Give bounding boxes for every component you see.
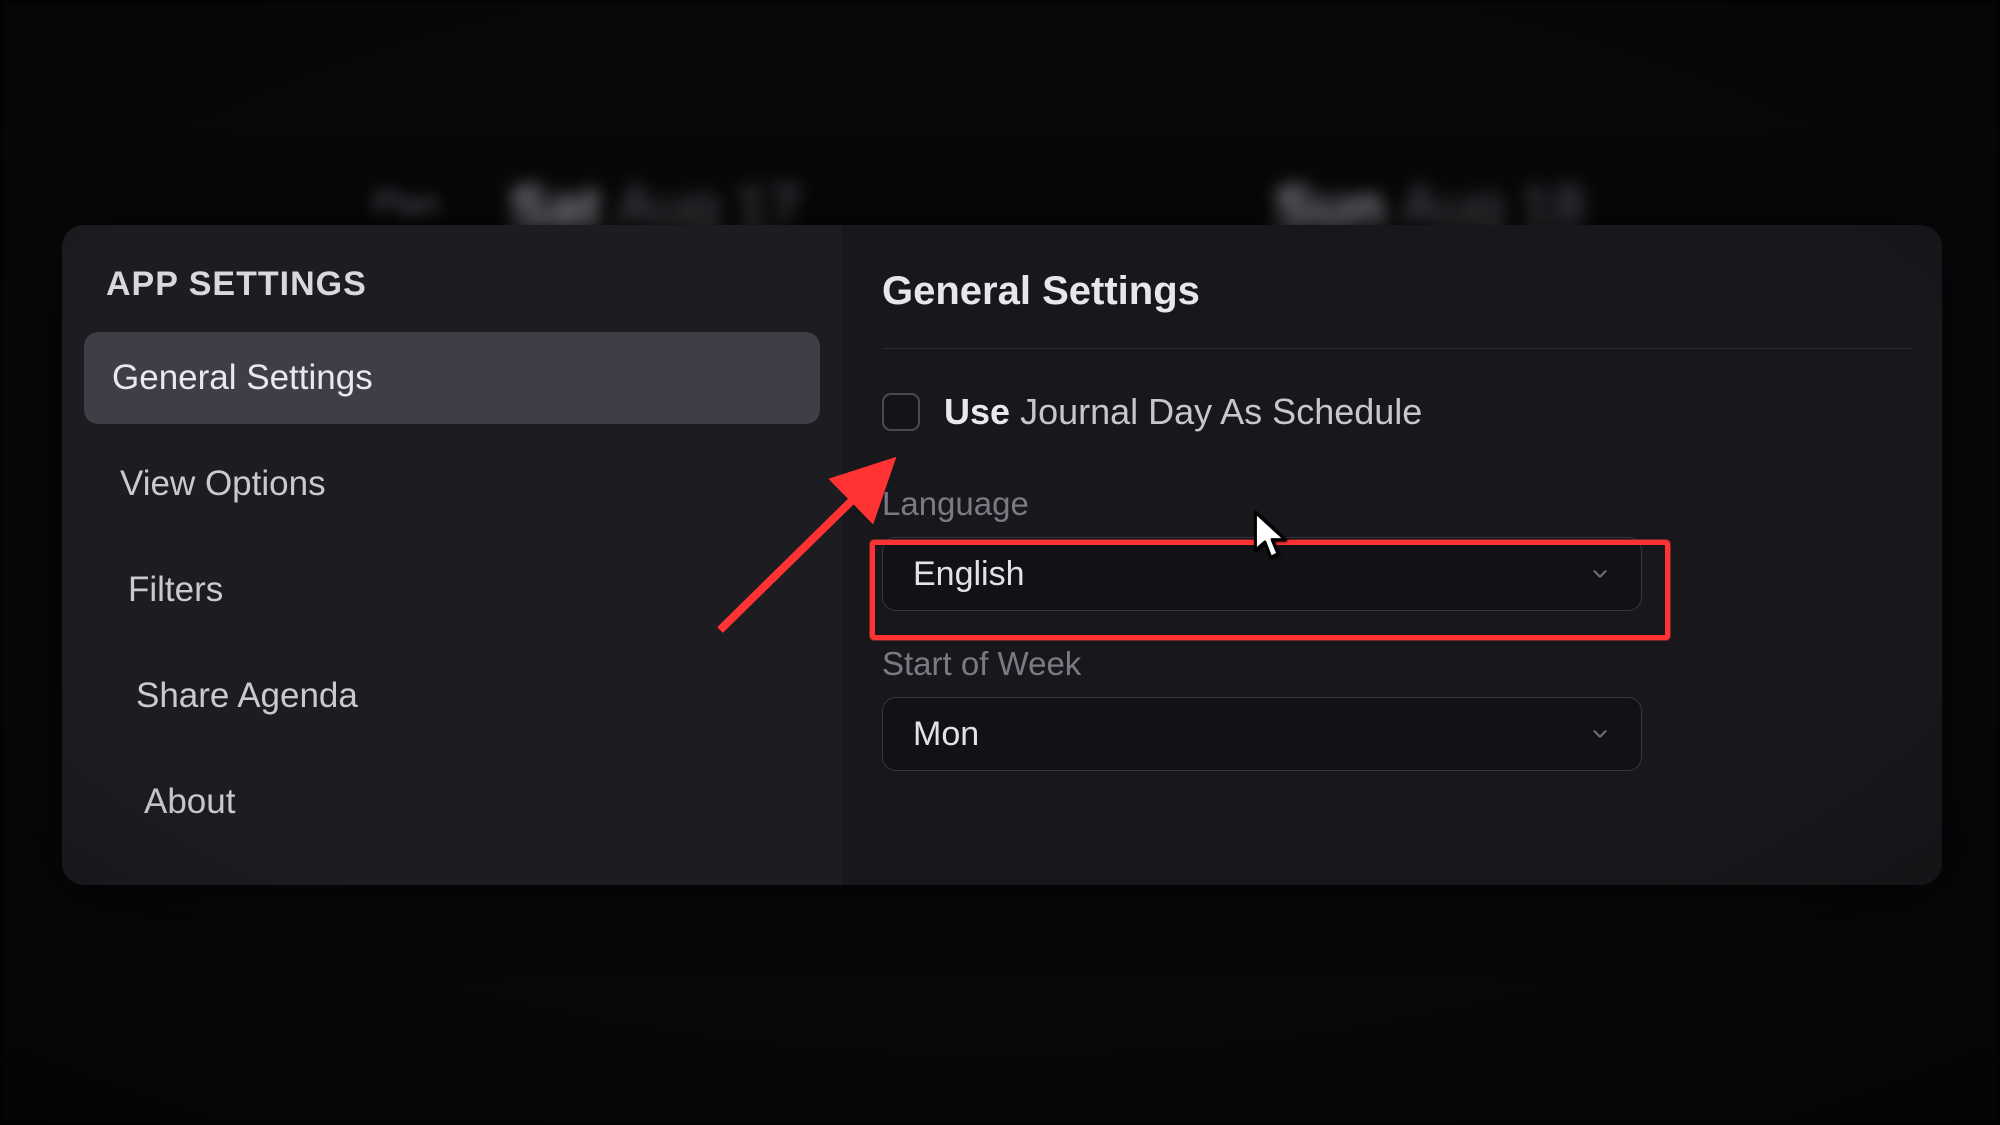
start-of-week-value: Mon <box>913 715 979 754</box>
chevron-down-icon <box>1589 563 1611 585</box>
sidebar-item-share-agenda[interactable]: Share Agenda <box>84 650 820 742</box>
settings-content: General Settings Use Journal Day As Sche… <box>842 225 1942 885</box>
backdrop-plan-label: Plan <box>373 185 439 223</box>
sidebar-item-about[interactable]: About <box>84 756 820 848</box>
start-of-week-select[interactable]: Mon <box>882 697 1642 771</box>
sidebar-item-general-settings[interactable]: General Settings <box>84 332 820 424</box>
language-select[interactable]: English <box>882 537 1642 611</box>
sidebar-item-label: View Options <box>120 464 326 503</box>
sidebar-item-view-options[interactable]: View Options <box>84 438 820 530</box>
sidebar-title: APP SETTINGS <box>84 265 820 304</box>
sidebar-item-label: Share Agenda <box>136 676 358 715</box>
use-journal-day-label: Use Journal Day As Schedule <box>944 391 1422 433</box>
start-of-week-field: Start of Week Mon <box>882 645 1912 771</box>
checkbox-label-rest: Journal Day As Schedule <box>1020 391 1422 432</box>
sidebar-item-label: About <box>144 782 235 821</box>
language-label: Language <box>882 485 1912 523</box>
settings-modal: APP SETTINGS General Settings View Optio… <box>62 225 1942 885</box>
checkbox-label-strong: Use <box>944 391 1010 432</box>
settings-sidebar: APP SETTINGS General Settings View Optio… <box>62 225 842 885</box>
use-journal-day-checkbox[interactable] <box>882 393 920 431</box>
sidebar-item-label: Filters <box>128 570 223 609</box>
sidebar-item-label: General Settings <box>112 358 373 397</box>
language-field: Language English <box>882 485 1912 611</box>
language-value: English <box>913 555 1025 594</box>
sidebar-item-filters[interactable]: Filters <box>84 544 820 636</box>
use-journal-day-row[interactable]: Use Journal Day As Schedule <box>882 391 1912 433</box>
content-title: General Settings <box>882 269 1912 349</box>
chevron-down-icon <box>1589 723 1611 745</box>
start-of-week-label: Start of Week <box>882 645 1912 683</box>
